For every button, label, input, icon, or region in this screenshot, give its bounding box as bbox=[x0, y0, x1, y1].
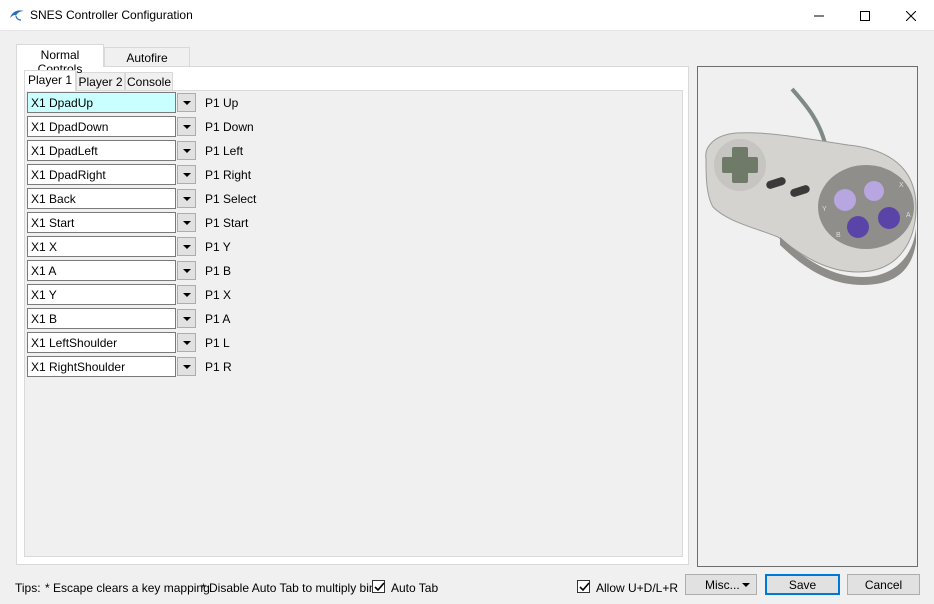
tab-normal-controls[interactable]: Normal Controls bbox=[16, 44, 104, 76]
tab-player-1[interactable]: Player 1 bbox=[24, 70, 76, 91]
mapping-label: P1 Start bbox=[205, 216, 249, 230]
mapping-label: P1 Left bbox=[205, 144, 244, 158]
close-icon bbox=[906, 10, 916, 21]
binding-field[interactable]: X1 DpadUp bbox=[27, 92, 176, 113]
binding-field[interactable]: X1 A bbox=[27, 260, 176, 281]
mapping-label: P1 B bbox=[205, 264, 232, 278]
binding-dropdown-button[interactable] bbox=[177, 93, 196, 112]
tab-player-2[interactable]: Player 2 bbox=[76, 72, 125, 91]
binding-field[interactable]: X1 X bbox=[27, 236, 176, 257]
title-bar: SNES Controller Configuration bbox=[0, 0, 934, 31]
controller-label-y: Y bbox=[822, 206, 827, 213]
mapping-label: P1 Right bbox=[205, 168, 252, 182]
binding-field[interactable]: X1 B bbox=[27, 308, 176, 329]
misc-button[interactable]: Misc... bbox=[685, 574, 757, 595]
app-logo-icon bbox=[10, 10, 24, 21]
chevron-down-icon bbox=[182, 196, 191, 201]
controller-label-b: B bbox=[836, 232, 841, 239]
minimize-icon bbox=[814, 15, 824, 16]
chevron-down-icon bbox=[182, 148, 191, 153]
chevron-down-icon bbox=[182, 364, 191, 369]
mapping-label: P1 R bbox=[205, 360, 232, 374]
minimize-button[interactable] bbox=[796, 0, 842, 31]
tips-label: Tips: bbox=[15, 581, 41, 595]
binding-field[interactable]: X1 Back bbox=[27, 188, 176, 209]
binding-dropdown-button[interactable] bbox=[177, 141, 196, 160]
mapping-label: P1 X bbox=[205, 288, 232, 302]
binding-field[interactable]: X1 DpadLeft bbox=[27, 140, 176, 161]
save-button[interactable]: Save bbox=[765, 574, 840, 595]
tip-escape-clears: * Escape clears a key mapping bbox=[45, 581, 210, 595]
maximize-icon bbox=[860, 10, 870, 21]
window-title: SNES Controller Configuration bbox=[30, 8, 193, 22]
binding-field[interactable]: X1 Start bbox=[27, 212, 176, 233]
chevron-down-icon bbox=[182, 244, 191, 249]
misc-button-label: Misc... bbox=[705, 578, 740, 592]
cancel-button[interactable]: Cancel bbox=[847, 574, 920, 595]
binding-dropdown-button[interactable] bbox=[177, 309, 196, 328]
controller-image-panel: X Y A B bbox=[697, 66, 918, 567]
binding-dropdown-button[interactable] bbox=[177, 213, 196, 232]
snes-controller-image: X Y A B bbox=[705, 87, 917, 285]
controller-label-a: A bbox=[906, 212, 911, 219]
mapping-label: P1 Y bbox=[205, 240, 231, 254]
auto-tab-label: Auto Tab bbox=[391, 581, 439, 595]
maximize-button[interactable] bbox=[842, 0, 888, 31]
binding-dropdown-button[interactable] bbox=[177, 333, 196, 352]
binding-field[interactable]: X1 LeftShoulder bbox=[27, 332, 176, 353]
mapping-label: P1 A bbox=[205, 312, 231, 326]
binding-field[interactable]: X1 Y bbox=[27, 284, 176, 305]
binding-field[interactable]: X1 DpadDown bbox=[27, 116, 176, 137]
chevron-down-icon bbox=[182, 292, 191, 297]
binding-dropdown-button[interactable] bbox=[177, 117, 196, 136]
binding-dropdown-button[interactable] bbox=[177, 165, 196, 184]
chevron-down-icon bbox=[182, 124, 191, 129]
checkmark-icon bbox=[579, 582, 590, 592]
tab-console[interactable]: Console bbox=[125, 72, 173, 91]
binding-dropdown-button[interactable] bbox=[177, 285, 196, 304]
tab-autofire-controls[interactable]: Autofire Controls bbox=[104, 47, 190, 79]
mapping-label: P1 Down bbox=[205, 120, 254, 134]
checkmark-icon bbox=[374, 582, 385, 592]
chevron-down-icon bbox=[182, 100, 191, 105]
auto-tab-checkbox[interactable] bbox=[372, 580, 385, 593]
chevron-down-icon bbox=[182, 172, 191, 177]
binding-dropdown-button[interactable] bbox=[177, 261, 196, 280]
allow-opposite-directions-label: Allow U+D/L+R bbox=[596, 581, 679, 595]
binding-dropdown-button[interactable] bbox=[177, 189, 196, 208]
mapping-label: P1 L bbox=[205, 336, 230, 350]
chevron-down-icon bbox=[742, 583, 750, 587]
close-button[interactable] bbox=[888, 0, 934, 31]
chevron-down-icon bbox=[182, 316, 191, 321]
mapping-label: P1 Up bbox=[205, 96, 239, 110]
allow-opposite-directions-checkbox[interactable] bbox=[577, 580, 590, 593]
binding-field[interactable]: X1 RightShoulder bbox=[27, 356, 176, 377]
controller-label-x: X bbox=[899, 182, 904, 189]
tip-disable-auto-tab: * Disable Auto Tab to multiply bind bbox=[201, 581, 383, 595]
binding-field[interactable]: X1 DpadRight bbox=[27, 164, 176, 185]
mapping-label: P1 Select bbox=[205, 192, 257, 206]
chevron-down-icon bbox=[182, 340, 191, 345]
binding-dropdown-button[interactable] bbox=[177, 237, 196, 256]
chevron-down-icon bbox=[182, 220, 191, 225]
binding-dropdown-button[interactable] bbox=[177, 357, 196, 376]
chevron-down-icon bbox=[182, 268, 191, 273]
